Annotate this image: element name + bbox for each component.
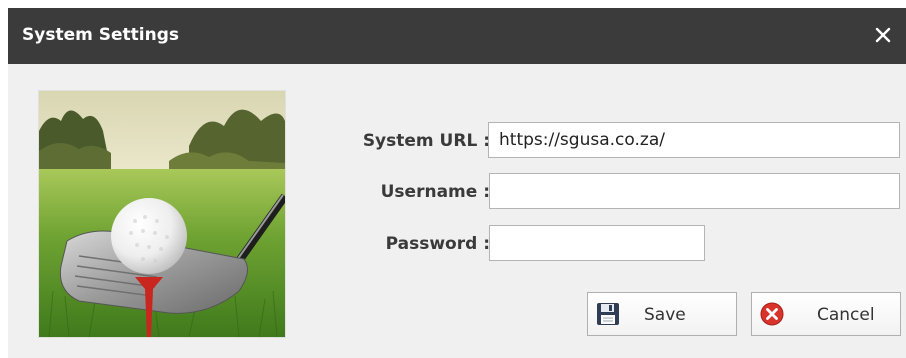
cancel-x-icon	[760, 302, 784, 326]
password-label: Password :	[385, 234, 490, 254]
password-input[interactable]	[489, 225, 705, 261]
floppy-disk-icon	[597, 303, 619, 325]
golf-image	[38, 90, 286, 338]
close-icon	[875, 27, 891, 43]
title-bar: System Settings	[8, 8, 906, 64]
username-label: Username :	[380, 182, 490, 202]
system-settings-dialog: System Settings System URL: https://sgu…	[8, 8, 906, 358]
cancel-button-label: Cancel	[817, 305, 875, 325]
system-url-input[interactable]	[488, 122, 900, 158]
system-url-label: System URL :	[362, 131, 490, 151]
username-input[interactable]	[489, 173, 900, 209]
save-button[interactable]: Save	[587, 292, 737, 336]
close-button[interactable]	[870, 22, 896, 48]
dialog-title: System Settings	[22, 25, 179, 45]
cancel-button[interactable]: Cancel	[751, 292, 901, 336]
save-button-label: Save	[644, 305, 686, 325]
